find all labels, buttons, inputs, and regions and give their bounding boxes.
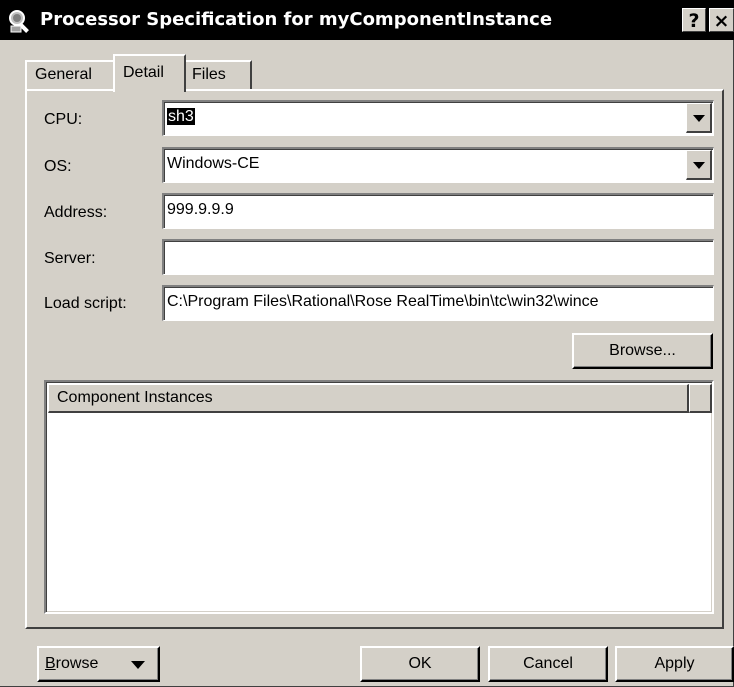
- detail-tab-panel: [25, 89, 724, 629]
- cancel-button[interactable]: Cancel: [488, 646, 608, 682]
- processor-specification-dialog: Processor Specification for myComponentI…: [0, 0, 734, 687]
- browse-accelerator: B: [45, 655, 56, 672]
- browse-menu-button[interactable]: Browse: [37, 646, 160, 682]
- close-button[interactable]: ×: [709, 8, 734, 32]
- chevron-down-icon: [131, 661, 145, 669]
- tab-files[interactable]: Files: [184, 60, 252, 90]
- help-button[interactable]: ?: [682, 8, 706, 32]
- magnifier-processor-icon: [9, 10, 29, 33]
- tab-general[interactable]: General: [25, 60, 115, 90]
- title-bar[interactable]: Processor Specification for myComponentI…: [0, 0, 734, 40]
- browse-label-rest: rowse: [55, 655, 99, 672]
- window-title: Processor Specification for myComponentI…: [40, 9, 553, 30]
- ok-button[interactable]: OK: [360, 646, 480, 682]
- apply-button[interactable]: Apply: [615, 646, 734, 682]
- tab-detail[interactable]: Detail: [113, 54, 186, 92]
